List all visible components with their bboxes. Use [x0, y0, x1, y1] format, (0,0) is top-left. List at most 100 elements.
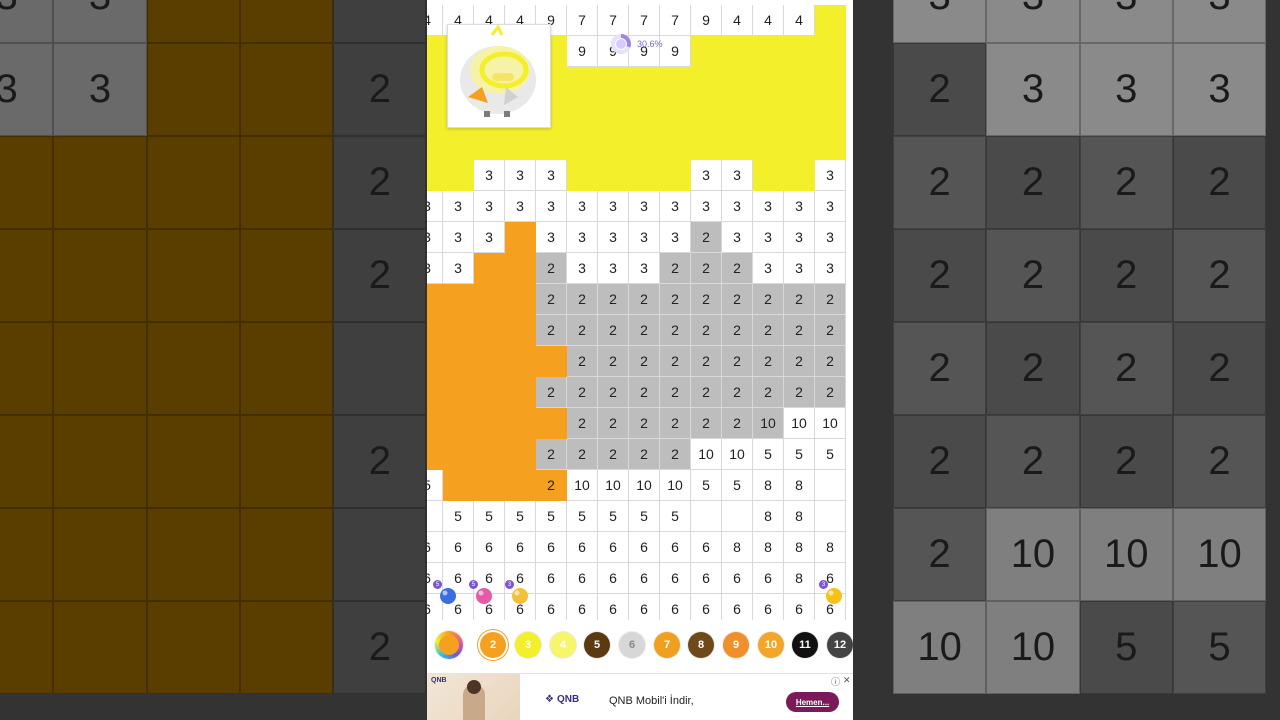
- grid-cell[interactable]: [474, 470, 505, 501]
- grid-cell[interactable]: [443, 160, 474, 191]
- grid-cell[interactable]: 3: [474, 191, 505, 222]
- grid-cell[interactable]: 2: [784, 284, 815, 315]
- grid-cell[interactable]: 2: [784, 346, 815, 377]
- grid-cell[interactable]: [536, 408, 567, 439]
- grid-cell[interactable]: 2: [815, 377, 846, 408]
- palette-color-3[interactable]: 3: [515, 632, 541, 658]
- grid-cell[interactable]: 2: [815, 315, 846, 346]
- grid-cell[interactable]: 2: [753, 377, 784, 408]
- grid-cell[interactable]: 3: [722, 160, 753, 191]
- grid-cell[interactable]: 6: [722, 563, 753, 594]
- grid-cell[interactable]: [691, 129, 722, 160]
- color-wheel[interactable]: [435, 631, 463, 659]
- grid-cell[interactable]: 2: [629, 346, 660, 377]
- grid-cell[interactable]: [427, 160, 443, 191]
- grid-cell[interactable]: [815, 470, 846, 501]
- grid-cell[interactable]: [722, 98, 753, 129]
- grid-cell[interactable]: 2: [536, 470, 567, 501]
- grid-cell[interactable]: [691, 36, 722, 67]
- grid-cell[interactable]: 2: [629, 284, 660, 315]
- grid-cell[interactable]: 5: [753, 439, 784, 470]
- grid-cell[interactable]: 2: [567, 439, 598, 470]
- grid-cell[interactable]: 5: [598, 501, 629, 532]
- grid-cell[interactable]: [784, 160, 815, 191]
- grid-cell[interactable]: 7: [598, 5, 629, 36]
- grid-cell[interactable]: 3: [660, 222, 691, 253]
- grid-cell[interactable]: 3: [427, 253, 443, 284]
- grid-cell[interactable]: 6: [474, 532, 505, 563]
- grid-cell[interactable]: 3: [753, 222, 784, 253]
- grid-cell[interactable]: 10: [598, 470, 629, 501]
- grid-cell[interactable]: [815, 129, 846, 160]
- grid-cell[interactable]: 2: [567, 408, 598, 439]
- grid-cell[interactable]: 5: [629, 501, 660, 532]
- grid-cell[interactable]: [536, 129, 567, 160]
- preview-thumbnail[interactable]: [447, 24, 551, 128]
- grid-cell[interactable]: 3: [784, 253, 815, 284]
- grid-cell[interactable]: 4: [784, 5, 815, 36]
- grid-cell[interactable]: 6: [567, 532, 598, 563]
- grid-cell[interactable]: [474, 129, 505, 160]
- grid-cell[interactable]: 6: [753, 563, 784, 594]
- grid-cell[interactable]: [427, 36, 443, 67]
- grid-cell[interactable]: 6: [691, 563, 722, 594]
- grid-cell[interactable]: [443, 315, 474, 346]
- grid-cell[interactable]: [722, 129, 753, 160]
- grid-cell[interactable]: [629, 129, 660, 160]
- palette-color-8[interactable]: 8: [688, 632, 714, 658]
- grid-cell[interactable]: [443, 470, 474, 501]
- grid-cell[interactable]: 5: [815, 439, 846, 470]
- grid-cell[interactable]: 3: [443, 191, 474, 222]
- grid-cell[interactable]: 6: [598, 563, 629, 594]
- grid-cell[interactable]: 9: [660, 36, 691, 67]
- grid-cell[interactable]: 6: [536, 563, 567, 594]
- ad-banner[interactable]: QNB ❖ QNB QNB Mobil'i İndir, Hemen... ⓘ …: [427, 673, 853, 720]
- grid-cell[interactable]: [427, 501, 443, 532]
- grid-cell[interactable]: 2: [536, 253, 567, 284]
- palette-color-6[interactable]: 6: [619, 632, 645, 658]
- grid-cell[interactable]: 2: [722, 408, 753, 439]
- grid-cell[interactable]: [598, 129, 629, 160]
- grid-cell[interactable]: 2: [629, 315, 660, 346]
- grid-cell[interactable]: 8: [784, 563, 815, 594]
- grid-cell[interactable]: 3: [691, 191, 722, 222]
- grid-cell[interactable]: 3: [660, 191, 691, 222]
- grid-cell[interactable]: 2: [536, 284, 567, 315]
- grid-cell[interactable]: 2: [598, 377, 629, 408]
- grid-cell[interactable]: 6: [567, 594, 598, 620]
- grid-cell[interactable]: 3: [784, 191, 815, 222]
- grid-cell[interactable]: 6: [753, 594, 784, 620]
- grid-cell[interactable]: [427, 346, 443, 377]
- grid-cell[interactable]: [474, 315, 505, 346]
- grid-cell[interactable]: 8: [753, 501, 784, 532]
- grid-cell[interactable]: 2: [722, 284, 753, 315]
- hint-bulb-icon[interactable]: 3: [819, 580, 845, 606]
- grid-cell[interactable]: 5: [722, 470, 753, 501]
- grid-cell[interactable]: [427, 67, 443, 98]
- grid-cell[interactable]: 2: [753, 315, 784, 346]
- grid-cell[interactable]: [536, 346, 567, 377]
- grid-cell[interactable]: 2: [691, 377, 722, 408]
- grid-cell[interactable]: [598, 98, 629, 129]
- grid-cell[interactable]: 3: [784, 222, 815, 253]
- grid-cell[interactable]: 3: [629, 253, 660, 284]
- grid-cell[interactable]: 2: [629, 377, 660, 408]
- grid-cell[interactable]: [784, 36, 815, 67]
- grid-cell[interactable]: [474, 284, 505, 315]
- palette-color-4[interactable]: 4: [550, 632, 576, 658]
- palette-color-7[interactable]: 7: [654, 632, 680, 658]
- grid-cell[interactable]: [815, 36, 846, 67]
- grid-cell[interactable]: 5: [536, 501, 567, 532]
- grid-cell[interactable]: 3: [427, 222, 443, 253]
- grid-cell[interactable]: [784, 129, 815, 160]
- grid-cell[interactable]: 3: [474, 160, 505, 191]
- grid-cell[interactable]: 2: [567, 346, 598, 377]
- grid-cell[interactable]: [443, 129, 474, 160]
- grid-cell[interactable]: 2: [815, 346, 846, 377]
- grid-cell[interactable]: 10: [722, 439, 753, 470]
- grid-cell[interactable]: 3: [536, 191, 567, 222]
- grid-cell[interactable]: 3: [536, 222, 567, 253]
- grid-cell[interactable]: [598, 160, 629, 191]
- grid-cell[interactable]: 2: [660, 284, 691, 315]
- grid-cell[interactable]: 6: [660, 594, 691, 620]
